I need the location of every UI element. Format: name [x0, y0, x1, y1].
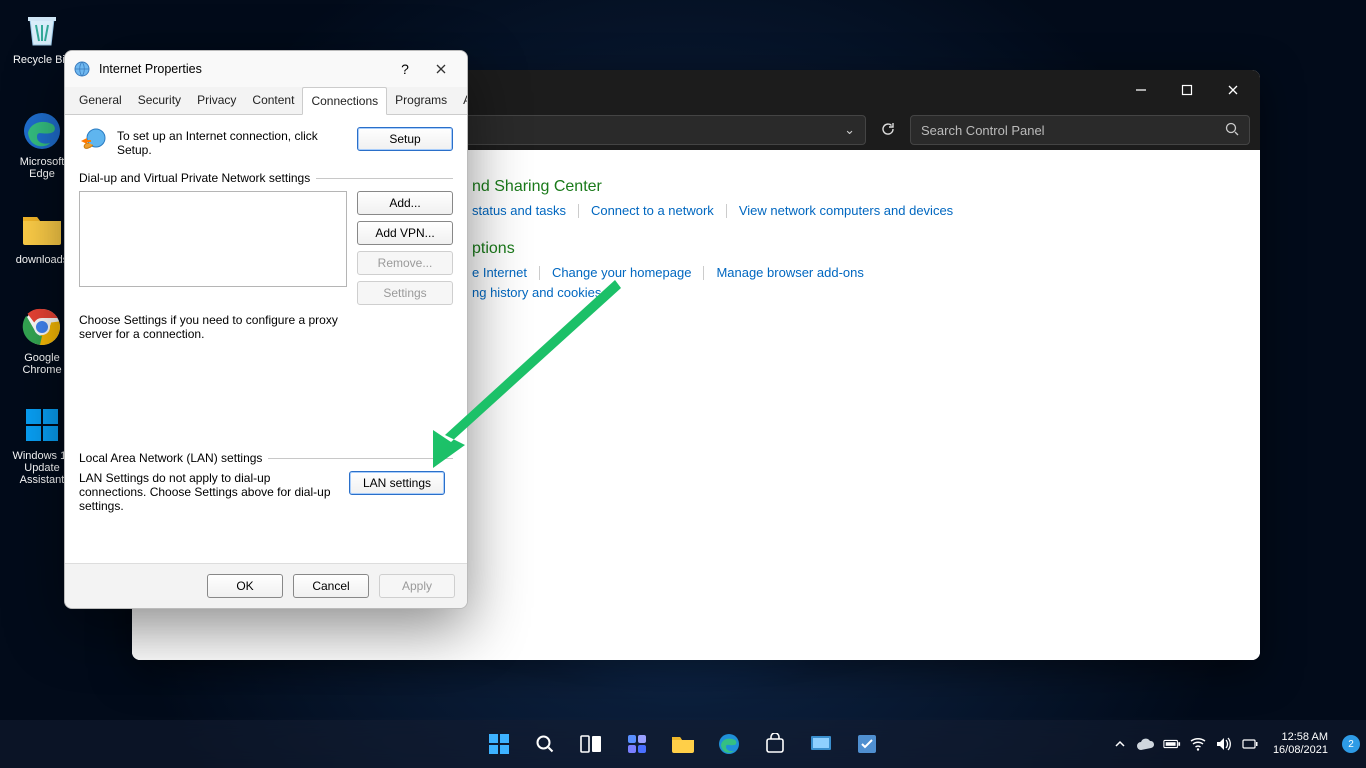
start-button[interactable]	[479, 724, 519, 764]
battery-icon[interactable]	[1163, 735, 1181, 753]
edge-icon	[21, 110, 63, 152]
recycle-bin-icon	[21, 8, 63, 50]
setup-text: To set up an Internet connection, click …	[117, 127, 347, 157]
clock-date: 16/08/2021	[1273, 744, 1328, 757]
task-view-button[interactable]	[571, 724, 611, 764]
tab-content[interactable]: Content	[244, 87, 302, 114]
tab-security[interactable]: Security	[130, 87, 189, 114]
lan-settings-button[interactable]: LAN settings	[349, 471, 445, 495]
search-icon	[1225, 122, 1239, 139]
taskbar-tray: 12:58 AM 16/08/2021 2	[1111, 731, 1360, 757]
cp-link[interactable]: e Internet	[472, 266, 539, 280]
folder-icon	[21, 208, 63, 250]
group-label: Local Area Network (LAN) settings	[79, 451, 262, 465]
add-vpn-button[interactable]: Add VPN...	[357, 221, 453, 245]
internet-options-icon	[73, 60, 91, 78]
taskbar-clock[interactable]: 12:58 AM 16/08/2021	[1267, 731, 1334, 757]
close-button[interactable]	[1210, 74, 1256, 106]
explorer-button[interactable]	[663, 724, 703, 764]
search-button[interactable]	[525, 724, 565, 764]
tab-programs[interactable]: Programs	[387, 87, 455, 114]
ok-button[interactable]: OK	[207, 574, 283, 598]
settings-button: Settings	[357, 281, 453, 305]
dialog-tabs: General Security Privacy Content Connect…	[65, 87, 467, 115]
notification-badge[interactable]: 2	[1342, 735, 1360, 753]
internet-properties-dialog: Internet Properties ? General Security P…	[64, 50, 468, 609]
widgets-button[interactable]	[617, 724, 657, 764]
close-button[interactable]	[423, 55, 459, 83]
setup-button[interactable]: Setup	[357, 127, 453, 151]
cp-link[interactable]: Connect to a network	[578, 204, 726, 218]
link-row: e Internet Change your homepage Manage b…	[472, 266, 1260, 280]
dialog-titlebar[interactable]: Internet Properties ?	[65, 51, 467, 87]
chrome-icon	[21, 306, 63, 348]
search-placeholder: Search Control Panel	[921, 123, 1045, 138]
search-box[interactable]: Search Control Panel	[910, 115, 1250, 145]
store-button[interactable]	[755, 724, 795, 764]
cp-link[interactable]: Change your homepage	[539, 266, 704, 280]
lan-note: LAN Settings do not apply to dial-up con…	[79, 471, 339, 513]
windows-icon	[21, 404, 63, 446]
volume-icon[interactable]	[1215, 735, 1233, 753]
cp-link[interactable]: Manage browser add-ons	[703, 266, 875, 280]
taskbar-app-icon[interactable]	[801, 724, 841, 764]
dialog-footer: OK Cancel Apply	[65, 563, 467, 608]
remove-button: Remove...	[357, 251, 453, 275]
tab-connections[interactable]: Connections	[302, 87, 387, 115]
clock-time: 12:58 AM	[1273, 731, 1328, 744]
refresh-button[interactable]	[880, 121, 896, 140]
wifi-icon[interactable]	[1189, 735, 1207, 753]
dialup-note: Choose Settings if you need to configure…	[79, 313, 339, 341]
lan-group: Local Area Network (LAN) settings LAN Se…	[79, 451, 453, 513]
section-heading: ptions	[472, 240, 1260, 258]
link-row: ng history and cookies	[472, 286, 1260, 300]
edge-button[interactable]	[709, 724, 749, 764]
tab-privacy[interactable]: Privacy	[189, 87, 244, 114]
cancel-button[interactable]: Cancel	[293, 574, 369, 598]
link-row: status and tasks Connect to a network Vi…	[472, 204, 1260, 218]
add-button[interactable]: Add...	[357, 191, 453, 215]
cp-link[interactable]: ng history and cookies	[472, 286, 613, 300]
cp-link[interactable]: View network computers and devices	[726, 204, 965, 218]
group-label: Dial-up and Virtual Private Network sett…	[79, 171, 310, 185]
dialup-list[interactable]	[79, 191, 347, 287]
globe-arrow-icon	[79, 127, 107, 155]
chevron-down-icon[interactable]: ⌄	[844, 122, 855, 138]
tray-overflow-icon[interactable]	[1111, 735, 1129, 753]
tab-advanced[interactable]: Advanced	[455, 87, 468, 114]
cp-link[interactable]: status and tasks	[472, 204, 578, 218]
minimize-button[interactable]	[1118, 74, 1164, 106]
dialog-body: To set up an Internet connection, click …	[65, 115, 467, 563]
onedrive-icon[interactable]	[1137, 735, 1155, 753]
tab-general[interactable]: General	[71, 87, 130, 114]
taskbar-app-icon[interactable]	[847, 724, 887, 764]
taskbar-center	[479, 724, 887, 764]
maximize-button[interactable]	[1164, 74, 1210, 106]
help-button[interactable]: ?	[387, 55, 423, 83]
section-heading: nd Sharing Center	[472, 178, 1260, 196]
apply-button: Apply	[379, 574, 455, 598]
taskbar[interactable]: 12:58 AM 16/08/2021 2	[0, 720, 1366, 768]
dialup-group: Dial-up and Virtual Private Network sett…	[79, 171, 453, 341]
power-icon[interactable]	[1241, 735, 1259, 753]
dialog-title: Internet Properties	[99, 62, 387, 76]
